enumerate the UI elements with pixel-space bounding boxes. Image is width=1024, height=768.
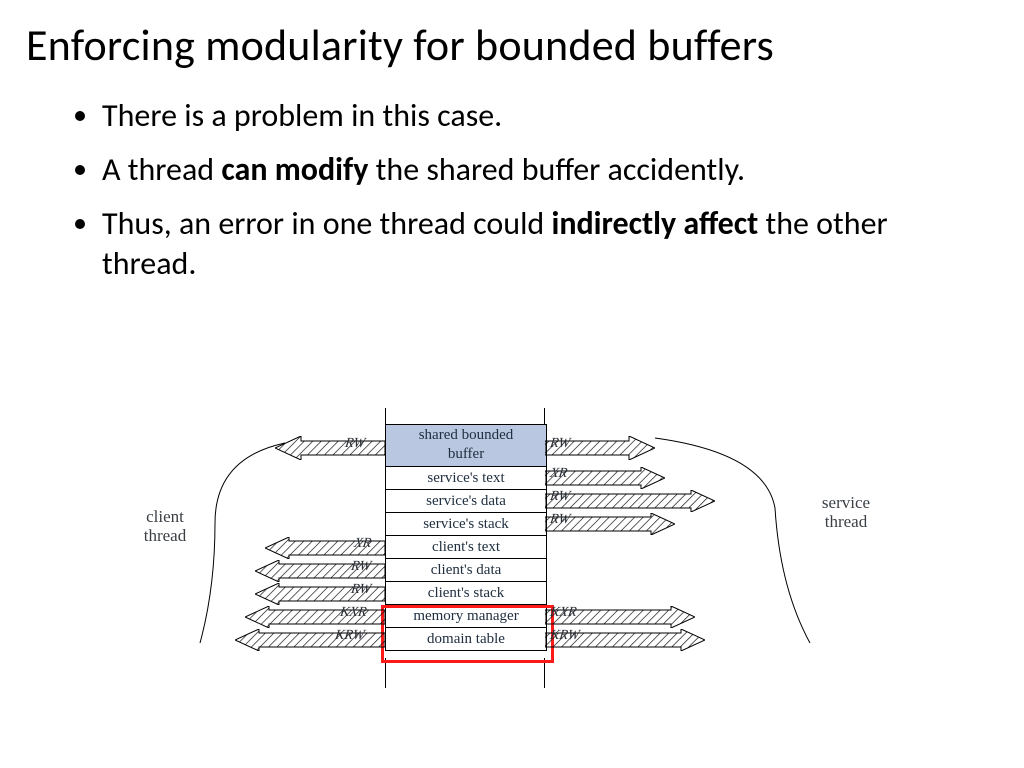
perm-left-dt: KRW: [334, 628, 366, 644]
row-shared-buffer: shared bounded buffer: [386, 424, 546, 466]
bullet-2: A thread can modify the shared buffer ac…: [102, 150, 964, 190]
label-client-thread: client thread: [125, 508, 205, 545]
bullet-2-bold: can modify: [221, 150, 368, 189]
fan-left: [195, 428, 315, 658]
row-service-text: service's text: [386, 466, 546, 489]
perm-right-sdata: RW: [549, 489, 571, 505]
bullet-3-pre: Thus, an error in one thread could: [102, 204, 551, 243]
perm-left-mm: KXR: [339, 605, 368, 621]
bullet-2-pre: A thread: [102, 150, 221, 189]
bullet-list: There is a problem in this case. A threa…: [64, 96, 964, 298]
row-client-text: client's text: [386, 535, 546, 558]
row-client-data: client's data: [386, 558, 546, 581]
slide: Enforcing modularity for bounded buffers…: [0, 0, 1024, 768]
row-memory-manager: memory manager: [386, 604, 546, 627]
bullet-3: Thus, an error in one thread could indir…: [102, 204, 964, 284]
perm-left-cstack: RW: [350, 582, 372, 598]
perm-left-cdata: RW: [350, 559, 372, 575]
row-service-data: service's data: [386, 489, 546, 512]
col-left-top: [385, 408, 386, 424]
perm-left-ctext: XR: [353, 536, 372, 552]
perm-right-sstack: RW: [549, 512, 571, 528]
col-right-bot: [544, 658, 545, 688]
row-service-stack: service's stack: [386, 512, 546, 535]
bullet-1: There is a problem in this case.: [102, 96, 964, 136]
perm-right-shared: RW: [549, 436, 571, 452]
col-right-top: [544, 408, 545, 424]
perm-left-shared: RW: [344, 436, 366, 452]
bullet-2-post: the shared buffer accidently.: [368, 150, 745, 189]
fan-right: [635, 428, 815, 658]
figure: client thread service thread shared boun…: [135, 408, 895, 728]
bullet-3-bold: indirectly affect: [551, 204, 758, 243]
col-left-bot: [385, 658, 386, 688]
row-domain-table: domain table: [386, 627, 546, 651]
row-client-stack: client's stack: [386, 581, 546, 604]
perm-right-mm: KXR: [549, 605, 578, 621]
perm-right-dt: KRW: [549, 628, 581, 644]
slide-title: Enforcing modularity for bounded buffers: [26, 18, 1004, 72]
perm-right-stext: XR: [549, 466, 568, 482]
memory-stack: shared bounded buffer service's text ser…: [385, 424, 547, 651]
